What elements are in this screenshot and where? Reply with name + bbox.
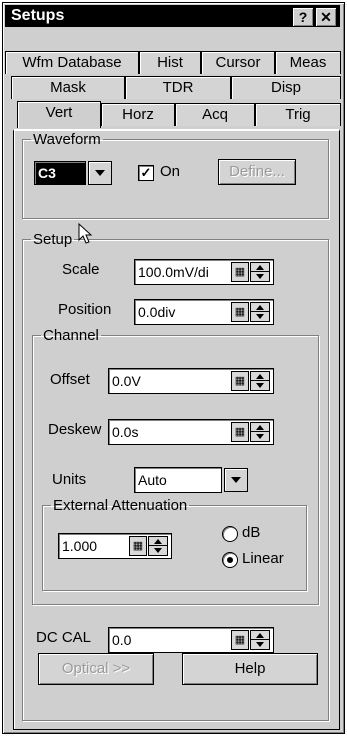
tab-trig[interactable]: Trig	[255, 103, 341, 126]
keypad-icon[interactable]: ▦	[231, 371, 249, 391]
vert-tab-panel: Waveform C3 ✓ On Define... Setup Scale 1…	[13, 129, 340, 730]
setups-window: Setups ? ✕ Wfm Database Hist Cursor Meas…	[2, 2, 345, 734]
position-input[interactable]: 0.0div ▦	[134, 299, 274, 325]
tab-mask[interactable]: Mask	[11, 76, 125, 99]
tab-tdr[interactable]: TDR	[125, 76, 231, 99]
tab-wfm-database[interactable]: Wfm Database	[5, 51, 139, 74]
tab-acq[interactable]: Acq	[175, 103, 255, 126]
dccal-input[interactable]: 0.0 ▦	[108, 627, 274, 653]
tab-disp[interactable]: Disp	[231, 76, 341, 99]
dccal-label: DC CAL	[36, 629, 92, 646]
linear-label: Linear	[242, 550, 284, 567]
deskew-value: 0.0s	[112, 424, 139, 440]
chevron-down-icon	[95, 170, 105, 176]
on-checkbox[interactable]: ✓	[138, 165, 154, 181]
units-dropdown[interactable]	[224, 468, 248, 492]
spinner-arrows-icon[interactable]	[148, 536, 168, 556]
tab-cursor[interactable]: Cursor	[201, 51, 275, 74]
units-value: Auto	[138, 472, 167, 488]
tab-horz[interactable]: Horz	[101, 103, 175, 126]
db-label: dB	[242, 524, 261, 541]
setup-legend: Setup	[33, 231, 73, 248]
deskew-label: Deskew	[48, 421, 102, 438]
spinner-arrows-icon[interactable]	[250, 371, 270, 391]
offset-label: Offset	[50, 371, 90, 388]
external-attenuation-legend: External Attenuation	[53, 497, 188, 514]
spinner-arrows-icon[interactable]	[250, 630, 270, 650]
spinner-arrows-icon[interactable]	[250, 302, 270, 322]
scale-input[interactable]: 100.0mV/di ▦	[134, 259, 274, 285]
help-button[interactable]: ?	[292, 7, 314, 27]
channel-legend: Channel	[43, 327, 99, 344]
offset-input[interactable]: 0.0V ▦	[108, 368, 274, 394]
waveform-legend: Waveform	[33, 131, 101, 148]
channel-select-value: C3	[38, 165, 56, 181]
keypad-icon[interactable]: ▦	[231, 302, 249, 322]
scale-value: 100.0mV/di	[138, 264, 209, 280]
help-dialog-button[interactable]: Help	[182, 653, 318, 685]
title-bar[interactable]: Setups ? ✕	[5, 5, 340, 27]
attenuation-input[interactable]: 1.000 ▦	[58, 533, 172, 559]
spinner-arrows-icon[interactable]	[250, 422, 270, 442]
linear-radio[interactable]	[222, 552, 238, 568]
spinner-arrows-icon[interactable]	[250, 262, 270, 282]
channel-select[interactable]: C3	[34, 161, 86, 185]
keypad-icon[interactable]: ▦	[231, 630, 249, 650]
attenuation-value: 1.000	[62, 538, 98, 554]
deskew-input[interactable]: 0.0s ▦	[108, 419, 274, 445]
define-button[interactable]: Define...	[218, 159, 296, 185]
keypad-icon[interactable]: ▦	[231, 422, 249, 442]
keypad-icon[interactable]: ▦	[129, 536, 147, 556]
units-select[interactable]: Auto	[134, 467, 222, 493]
chevron-down-icon	[231, 477, 241, 483]
db-radio[interactable]	[222, 526, 238, 542]
scale-label: Scale	[62, 261, 100, 278]
position-value: 0.0div	[138, 304, 176, 320]
close-button[interactable]: ✕	[315, 7, 337, 27]
optical-button[interactable]: Optical >>	[38, 653, 154, 685]
units-label: Units	[52, 471, 87, 488]
mouse-pointer-icon	[78, 223, 93, 244]
channel-select-dropdown[interactable]	[88, 161, 112, 185]
tab-hist[interactable]: Hist	[139, 51, 201, 74]
keypad-icon[interactable]: ▦	[231, 262, 249, 282]
window-title: Setups	[11, 7, 65, 24]
offset-value: 0.0V	[112, 373, 141, 389]
tab-meas[interactable]: Meas	[275, 51, 341, 74]
dccal-value: 0.0	[112, 632, 132, 648]
on-label: On	[160, 163, 181, 180]
tab-vert[interactable]: Vert	[17, 101, 101, 128]
position-label: Position	[58, 301, 112, 318]
